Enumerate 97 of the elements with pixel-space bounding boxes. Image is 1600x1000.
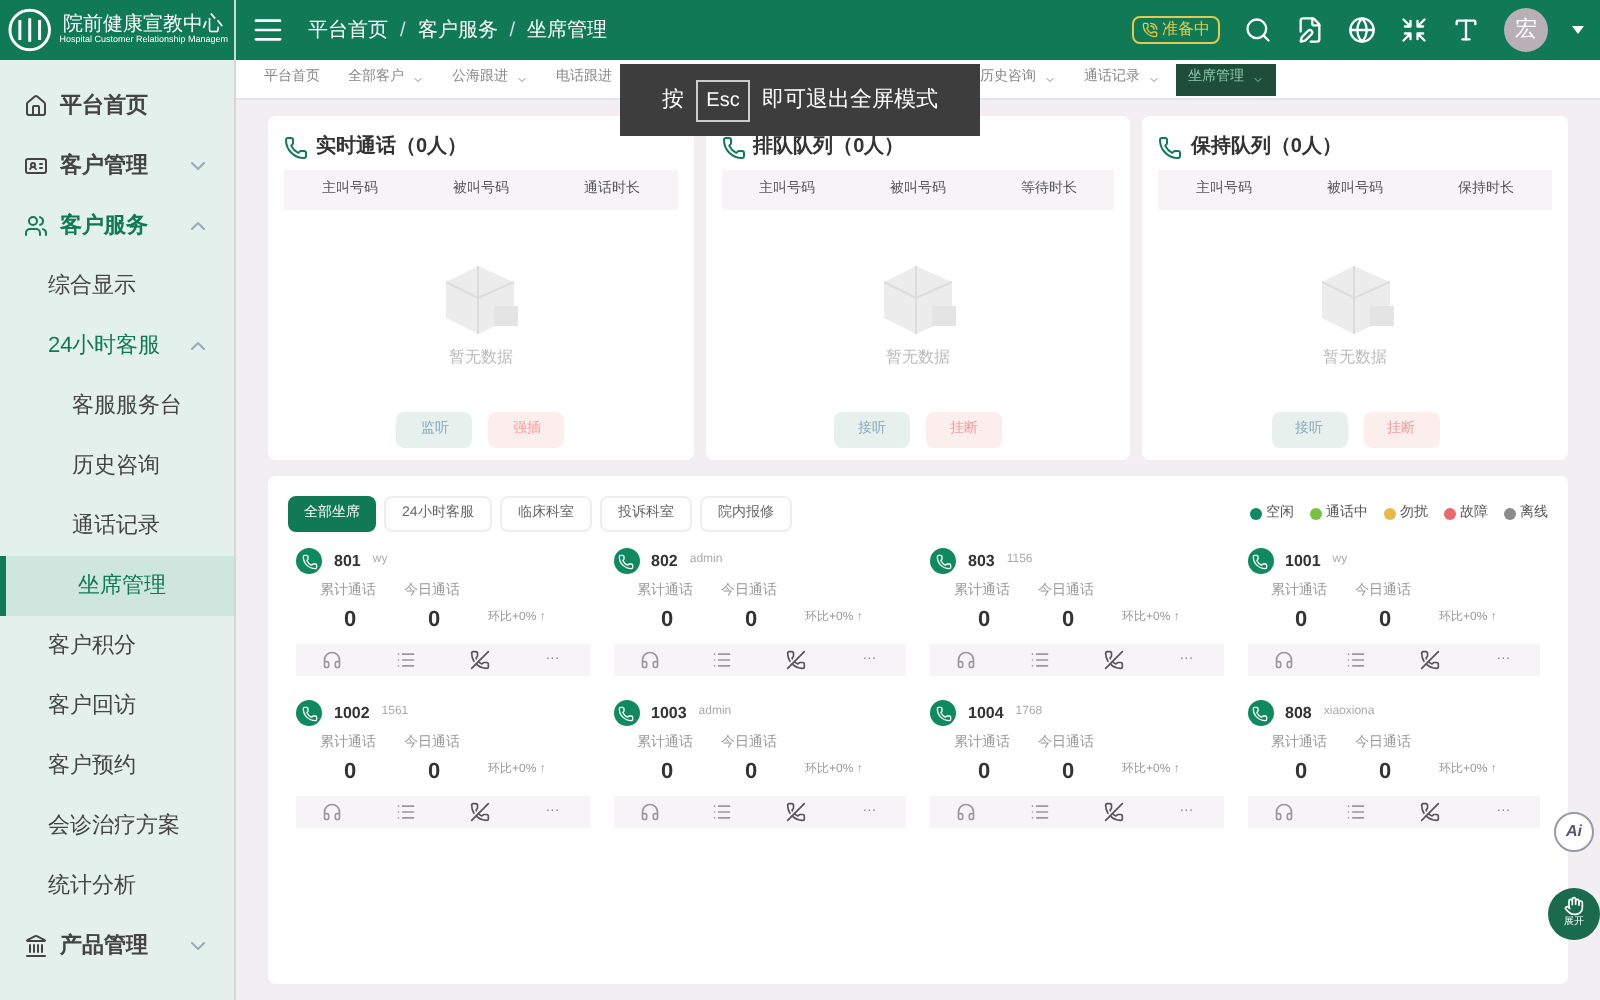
agent-extension: 803 bbox=[968, 549, 995, 573]
agent-extension: 1002 bbox=[334, 701, 370, 725]
chevron-down-icon bbox=[1044, 73, 1056, 85]
headset-icon[interactable] bbox=[956, 802, 977, 822]
stat-value: 0 bbox=[426, 605, 443, 635]
exit-fullscreen-icon[interactable] bbox=[1400, 16, 1428, 44]
sidebar-item[interactable]: 客户积分 bbox=[0, 616, 234, 676]
queue-title: 排队队列（0人） bbox=[753, 134, 905, 162]
phone-icon bbox=[284, 135, 308, 159]
sidebar-item[interactable]: 平台首页 bbox=[0, 76, 234, 136]
phone-icon bbox=[1158, 135, 1183, 159]
font-size-icon[interactable] bbox=[1452, 16, 1480, 44]
agent-extension: 1001 bbox=[1285, 549, 1321, 573]
list-icon[interactable] bbox=[1346, 650, 1367, 670]
chevron-down-icon bbox=[1252, 73, 1264, 85]
sidebar-item[interactable]: 客户预约 bbox=[0, 736, 234, 796]
sidebar-item[interactable]: 客户服务 bbox=[0, 196, 234, 256]
list-icon[interactable] bbox=[1346, 802, 1367, 822]
sidebar-item[interactable]: 通话记录 bbox=[0, 496, 234, 556]
hang-up-icon[interactable] bbox=[469, 650, 490, 670]
chevron-down-icon bbox=[516, 73, 528, 85]
stat-value: 0 bbox=[1293, 757, 1310, 787]
headset-icon[interactable] bbox=[322, 650, 343, 670]
sidebar-item[interactable]: 历史咨询 bbox=[0, 436, 234, 496]
stat-value: 0 bbox=[1293, 605, 1310, 635]
people-icon bbox=[24, 214, 48, 238]
headset-icon[interactable] bbox=[639, 802, 660, 822]
stat-value: 0 bbox=[743, 757, 760, 787]
status-badge[interactable]: 准备中 bbox=[1132, 16, 1220, 44]
breadcrumb-item[interactable]: 客户服务 bbox=[417, 15, 498, 45]
bank-icon bbox=[24, 934, 48, 958]
hand-icon bbox=[1564, 896, 1584, 917]
stat-value: 0 bbox=[1060, 605, 1077, 635]
empty-text: 暂无数据 bbox=[885, 345, 950, 369]
agent-extension: 801 bbox=[334, 549, 361, 573]
brand-title: 院前健康宣教中心 bbox=[62, 15, 223, 36]
hang-up-icon[interactable] bbox=[1103, 650, 1124, 670]
stat-value: 0 bbox=[342, 757, 359, 787]
stat-value: 0 bbox=[659, 605, 676, 635]
id-card-icon bbox=[24, 154, 48, 178]
sidebar-item[interactable]: 统计分析 bbox=[0, 856, 234, 916]
hang-up-icon[interactable] bbox=[786, 650, 807, 670]
breadcrumb-item[interactable]: 坐席管理 bbox=[527, 15, 608, 45]
menu-icon[interactable] bbox=[252, 14, 284, 46]
stat-value: 0 bbox=[976, 605, 993, 635]
hang-up-icon[interactable] bbox=[786, 802, 807, 822]
empty-text: 暂无数据 bbox=[448, 345, 513, 369]
sidebar-item[interactable]: 客服服务台 bbox=[0, 376, 234, 436]
headset-icon[interactable] bbox=[639, 650, 660, 670]
sidebar-item[interactable]: 综合显示 bbox=[0, 256, 234, 316]
headset-icon[interactable] bbox=[322, 802, 343, 822]
headset-icon[interactable] bbox=[1273, 650, 1294, 670]
chevron-down-icon bbox=[412, 73, 424, 85]
headset-icon[interactable] bbox=[956, 650, 977, 670]
list-icon[interactable] bbox=[712, 650, 733, 670]
sidebar-item[interactable]: 24小时客服 bbox=[0, 316, 234, 376]
globe-icon[interactable] bbox=[1348, 16, 1376, 44]
queue-title: 实时通话（0人） bbox=[316, 132, 468, 162]
stat-value: 0 bbox=[342, 605, 359, 635]
logo-icon bbox=[8, 8, 52, 52]
breadcrumb-item[interactable]: 平台首页 bbox=[308, 15, 388, 45]
stat-value: 0 bbox=[1377, 605, 1394, 635]
stat-value: 0 bbox=[1060, 757, 1077, 787]
agent-extension: 802 bbox=[651, 549, 678, 573]
notice-text: 即可退出全屏模式 bbox=[761, 85, 938, 116]
stat-value: 0 bbox=[1377, 757, 1394, 787]
agent-extension: 1004 bbox=[968, 701, 1004, 725]
stat-value: 0 bbox=[659, 757, 676, 787]
headset-icon[interactable] bbox=[1273, 802, 1294, 822]
phone-icon bbox=[721, 135, 746, 159]
queue-title: 保持队列（0人） bbox=[1190, 133, 1342, 162]
agent-extension: 808 bbox=[1285, 701, 1312, 725]
list-icon[interactable] bbox=[712, 802, 733, 822]
agent-extension: 1003 bbox=[651, 701, 687, 725]
hang-up-icon[interactable] bbox=[1103, 802, 1124, 822]
chevron-down-icon bbox=[1148, 73, 1160, 85]
breadcrumb-separator: / bbox=[509, 17, 516, 45]
breadcrumb-separator: / bbox=[400, 17, 406, 45]
sidebar-item[interactable]: 产品管理 bbox=[0, 916, 234, 976]
caret-icon[interactable] bbox=[1572, 26, 1584, 34]
empty-text: 暂无数据 bbox=[1323, 345, 1388, 369]
stat-value: 0 bbox=[976, 757, 993, 787]
hang-up-icon[interactable] bbox=[1420, 650, 1441, 670]
ai-button[interactable]: Ai bbox=[1554, 812, 1594, 852]
sidebar-item[interactable]: 客户回访 bbox=[0, 676, 234, 736]
sidebar-item[interactable]: 会诊治疗方案 bbox=[0, 796, 234, 856]
key-badge: Esc bbox=[696, 79, 750, 121]
stat-value: 0 bbox=[426, 757, 443, 787]
hang-up-icon[interactable] bbox=[469, 802, 490, 822]
hang-up-icon[interactable] bbox=[1420, 802, 1441, 822]
edit-icon[interactable] bbox=[1296, 16, 1324, 44]
search-icon[interactable] bbox=[1244, 16, 1272, 44]
stat-value: 0 bbox=[743, 605, 760, 635]
notice-text: 按 bbox=[662, 85, 685, 116]
home-icon bbox=[24, 94, 48, 118]
sidebar-item[interactable]: 坐席管理 bbox=[0, 556, 234, 616]
sidebar-item[interactable]: 客户管理 bbox=[0, 136, 234, 196]
